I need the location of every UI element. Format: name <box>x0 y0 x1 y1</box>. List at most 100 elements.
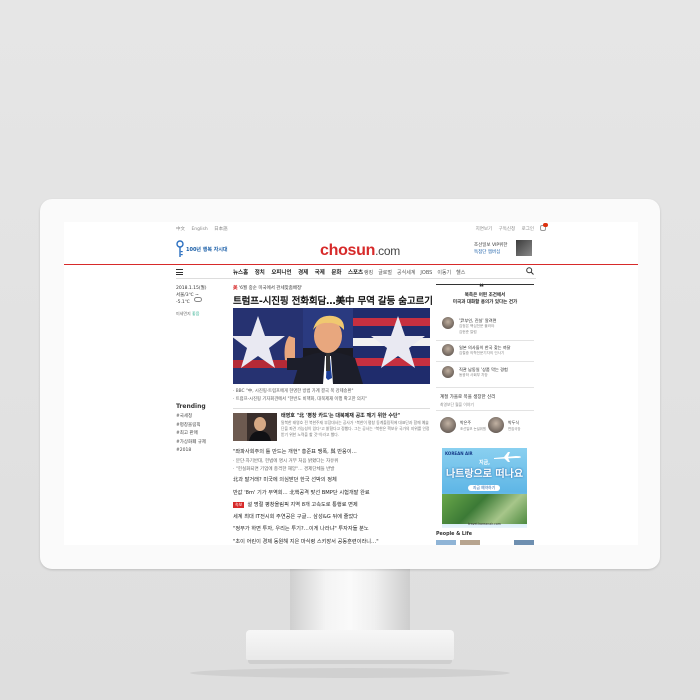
lang-chinese-link[interactable]: 中文 <box>176 227 185 232</box>
language-links: 中文 English 日本語 <box>176 226 233 232</box>
brand-tld: .com <box>375 244 400 258</box>
opinion-title[interactable]: 태영호 "北 '평창 카드'는 대북제재 공조 깨기 위한 수단" <box>281 412 400 419</box>
brand-name: chosun <box>320 242 376 259</box>
people-life-title[interactable]: People & Life <box>436 532 472 537</box>
secondary-nav: 랭킹 글로벌 공식세계 JOBS 이동기 헬스 <box>364 269 470 276</box>
main-nav: 뉴스홈 정치 오피니언 경제 국제 문화 스포츠 <box>233 268 370 276</box>
trending-item[interactable]: #2018 <box>176 447 206 456</box>
promo-image[interactable] <box>516 240 532 256</box>
story-item[interactable]: "초이 어린이 경제 동원해 지은 마식령 스키장서 공동훈련이라니…" <box>233 536 379 545</box>
column-item[interactable]: '尹부인, 진실' 알려면 김정은 핵심전문 볼러야 <box>442 317 532 331</box>
nav-news-home[interactable]: 뉴스홈 <box>233 270 248 276</box>
story-subitem[interactable]: · 분단·자기반대, 헌법에 명시 거부 처음 밝혔다는 자유위 <box>233 458 379 466</box>
column-extra-sub: 최영보단 월을 이야기 <box>440 402 474 407</box>
story-item[interactable]: 北과 말거래? 미국에 의심받던 한국 선박의 정체 <box>233 474 379 486</box>
date-text: 2018.1.15(월) <box>176 286 207 291</box>
monitor-neck <box>290 569 410 633</box>
headline-captions: · BBC "中, 시진핑·트럼프에게 현명한 방법 가계 결국 복 강제송환"… <box>233 388 367 404</box>
people-life-thumbnail[interactable] <box>436 540 456 545</box>
search-icon[interactable] <box>526 267 534 275</box>
story-text: · "헌실화되면 기업에 충격한 재앙"… 경제단체들 반발 <box>233 467 335 473</box>
nav-culture[interactable]: 문화 <box>331 270 341 276</box>
column-divider <box>436 340 534 341</box>
trending-title: Trending <box>176 403 206 410</box>
nav-politics[interactable]: 정치 <box>255 270 265 276</box>
kicker-text: '6월 중순 미국에서 관세맞춤배정' <box>238 286 303 291</box>
caption-link[interactable]: · 트럼프-시진핑 기자회견에서 "한반도 비핵화, 대북제재 이행 확고한 의… <box>233 396 367 404</box>
promo-line1: 조선일보 VIP위한 <box>474 243 508 248</box>
trending-item[interactable]: #최고 판매 <box>176 430 206 439</box>
subscribe-link[interactable]: 구독신청 <box>499 227 516 232</box>
trending-item[interactable]: #가상화폐 규제 <box>176 439 206 448</box>
trending-item[interactable]: #평창올림픽 <box>176 422 206 431</box>
story-item[interactable]: 속보 설 명절 평창올림픽 지역 8개 고속도로 통행료 면제 <box>233 499 379 511</box>
columnist-avatar[interactable] <box>488 417 504 433</box>
people-life-thumbnail[interactable] <box>460 540 480 545</box>
utility-links: 지면보기 구독신청 로그인 <box>471 226 534 232</box>
story-item[interactable]: "좌파사회주의 틀 만드는 개헌" 홍준표 맹폭, 與 반응이… <box>233 446 379 458</box>
columnist-avatar <box>442 344 454 356</box>
story-subitem[interactable]: · "헌실화되면 기업에 충격한 재앙"… 경제단체들 반발 <box>233 466 379 474</box>
promo-line2: 독점단 멤버십 <box>474 250 501 255</box>
airline-ad-banner[interactable]: KOREAN AIR 지금, 나트랑으로 떠나요 지금 예약하기 travel.… <box>442 448 527 528</box>
column-divider <box>436 410 534 411</box>
story-item[interactable]: "정부가 하면 투자, 우리는 투기?…이게 나라냐" 투자자들 분노 <box>233 523 379 535</box>
column-divider <box>436 387 534 388</box>
story-text: 세계 최대 IT전시회 주연공은 구글… 삼성&G 뒤에 줄었다 <box>233 514 358 521</box>
top-headline[interactable]: 트럼프-시진핑 전화회담…美中 무역 갈등 숨고르기 <box>233 293 433 307</box>
nav-global[interactable]: 글로벌 <box>378 270 392 276</box>
column-extra-link[interactable]: 계절 가을로 목을 생장한 신리 <box>440 394 495 400</box>
dust-value: 좋음 <box>192 311 200 316</box>
ad-landscape-image <box>442 494 527 524</box>
headline-photo[interactable] <box>233 308 430 384</box>
ad-cta-button[interactable]: 지금 예약하기 <box>468 485 500 491</box>
section-divider <box>233 408 430 409</box>
trending-list: #국세청 #평창올림픽 #최고 판매 #가상화폐 규제 #2018 <box>176 413 206 456</box>
story-list: "좌파사회주의 틀 만드는 개헌" 홍준표 맹폭, 與 반응이… · 분단·자기… <box>233 446 379 545</box>
story-text: "좌파사회주의 틀 만드는 개헌" 홍준표 맹폭, 與 반응이… <box>233 449 357 455</box>
nav-health[interactable]: 헬스 <box>456 270 465 276</box>
ad-brand: KOREAN AIR <box>445 451 473 456</box>
cloud-icon <box>194 297 202 302</box>
weather-temp: -5.1℃ <box>176 300 190 305</box>
columnist-avatar[interactable] <box>440 417 456 433</box>
headline-kicker[interactable]: 美 '6월 중순 미국에서 관세맞춤배정' <box>233 285 302 291</box>
column-item[interactable]: 일본 의사들이 한국 찾는 까닭 김철중 의학전문기자의 인사기 <box>442 344 532 358</box>
nav-sports[interactable]: 스포츠 <box>348 270 363 276</box>
columnist-name: 김철중 의학전문기자의 인사기 <box>459 351 505 355</box>
paper-view-link[interactable]: 지면보기 <box>476 227 493 232</box>
site-logo[interactable]: chosun.com <box>320 242 400 260</box>
story-text: "초이 어린이 경제 동원해 지은 마식령 스키장서 공동훈련이라니…" <box>233 538 379 545</box>
story-item[interactable]: 세계 최대 IT전시회 주연공은 구글… 삼성&G 뒤에 줄었다 <box>233 511 379 523</box>
date-weather: 2018.1.15(월) 서울/3℃ ~ -5.1℃ <box>176 285 207 306</box>
column-box-headline[interactable]: 북측은 어떤 조건에서 미국과 대화할 용의가 있다는 건가 <box>436 293 534 306</box>
nav-international[interactable]: 국제 <box>315 270 325 276</box>
key-logo-icon <box>176 240 184 257</box>
columnist-name: 김현준 칼럼 <box>459 330 477 334</box>
people-life-thumbnail[interactable] <box>514 540 534 545</box>
nav-jobs[interactable]: JOBS <box>420 270 432 276</box>
ad-line2: 나트랑으로 떠나요 <box>445 469 524 480</box>
dust-label: 미세먼지 <box>176 311 191 316</box>
nav-ranking[interactable]: 랭킹 <box>364 270 373 276</box>
hamburger-menu-icon[interactable] <box>176 269 183 275</box>
trending-item[interactable]: #국세청 <box>176 413 206 422</box>
nav-mobility[interactable]: 이동기 <box>437 270 451 276</box>
ad-url: travel.koreanair.com <box>468 522 501 526</box>
anniversary-logo[interactable]: 100년 행복 자시대 <box>176 240 228 258</box>
membership-promo[interactable]: 조선일보 VIP위한 독점단 멤버십 <box>474 242 507 256</box>
column-item[interactable]: 직관 남동일 '상품 막는 경험 동광하 사회부 차장 <box>442 366 532 380</box>
login-link[interactable]: 로그인 <box>522 227 534 232</box>
column-author: 김현준 칼럼 <box>459 330 529 344</box>
screen: 中文 English 日本語 지면보기 구독신청 로그인 100년 행복 자시대… <box>64 222 638 545</box>
columnist-row: 박은주 조선일보 논설위원 박두식 편집국장 <box>440 417 540 437</box>
story-item[interactable]: 반값 '8m' 기가 무역회… 北핵공격 맞선 BMP단 시험개발 완료 <box>233 487 379 499</box>
lang-japanese-link[interactable]: 日本語 <box>214 227 228 232</box>
opinion-photo[interactable] <box>233 413 277 441</box>
caption-link[interactable]: · BBC "中, 시진핑·트럼프에게 현명한 방법 가계 결국 복 강제송환" <box>233 388 367 396</box>
lang-english-link[interactable]: English <box>191 227 207 232</box>
nav-opinion[interactable]: 오피니언 <box>271 270 291 276</box>
nav-economy[interactable]: 경제 <box>298 270 308 276</box>
columnist-role: 편집국장 <box>508 427 521 431</box>
nav-world[interactable]: 공식세계 <box>397 270 415 276</box>
